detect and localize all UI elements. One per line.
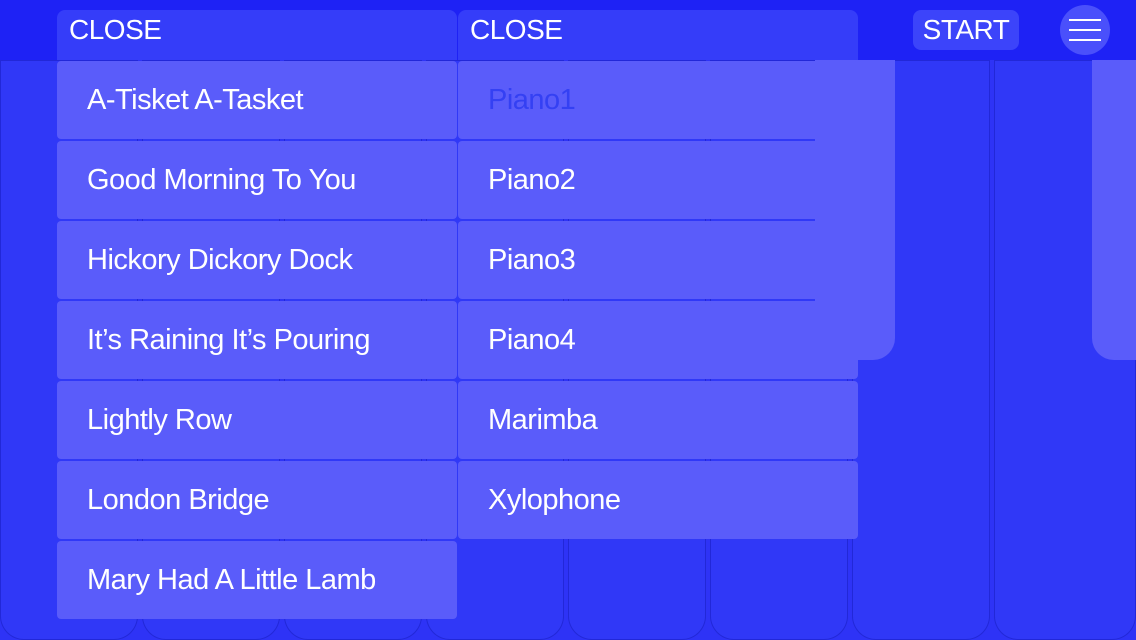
instrument-item[interactable]: Piano2	[458, 141, 858, 219]
instrument-list-close-button[interactable]: CLOSE	[458, 10, 858, 60]
song-item[interactable]: Mary Had A Little Lamb	[57, 541, 457, 619]
song-item[interactable]: It’s Raining It’s Pouring	[57, 301, 457, 379]
song-item[interactable]: Hickory Dickory Dock	[57, 221, 457, 299]
song-item[interactable]: Good Morning To You	[57, 141, 457, 219]
instrument-item[interactable]: Piano3	[458, 221, 858, 299]
song-list-close-button[interactable]: CLOSE	[57, 10, 457, 60]
song-item[interactable]: A-Tisket A-Tasket	[57, 61, 457, 139]
hamburger-menu-icon	[1069, 19, 1101, 21]
black-piano-key[interactable]	[1092, 60, 1136, 360]
song-item[interactable]: Lightly Row	[57, 381, 457, 459]
song-item[interactable]: London Bridge	[57, 461, 457, 539]
instrument-item-selected[interactable]: Piano1	[458, 61, 858, 139]
instrument-item[interactable]: Piano4	[458, 301, 858, 379]
instrument-item[interactable]: Marimba	[458, 381, 858, 459]
instrument-item[interactable]: Xylophone	[458, 461, 858, 539]
menu-button[interactable]	[1060, 5, 1110, 55]
hamburger-menu-icon	[1069, 39, 1101, 41]
hamburger-menu-icon	[1069, 29, 1101, 31]
start-button[interactable]: START	[913, 10, 1019, 50]
